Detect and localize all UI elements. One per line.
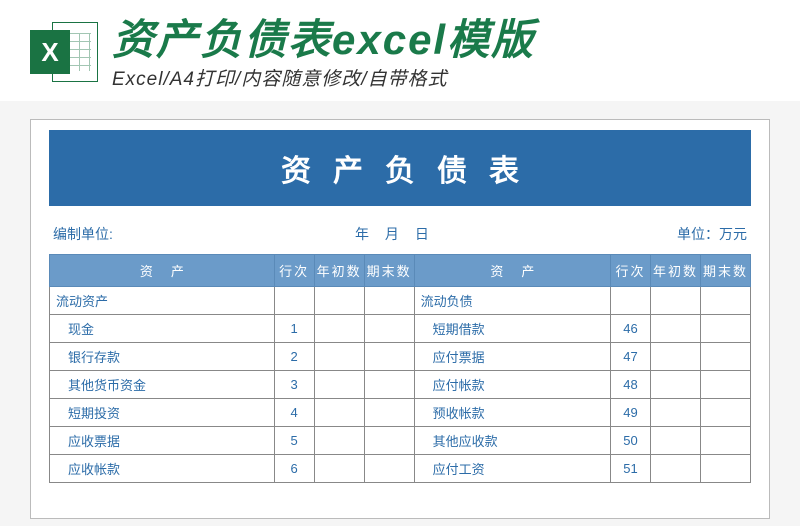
template-header: X 资产负债表excel模版 Excel/A4打印/内容随意修改/自带格式 — [0, 0, 800, 101]
cell-label: 应付帐款 — [414, 371, 610, 399]
cell-rownum: 3 — [274, 371, 314, 399]
cell-label: 银行存款 — [50, 343, 275, 371]
cell-label: 应付工资 — [414, 455, 610, 483]
cell-label: 其他货币资金 — [50, 371, 275, 399]
cell-rownum: 48 — [611, 371, 651, 399]
table-header-row: 资产 行次 年初数 期末数 资产 行次 年初数 期末数 — [50, 255, 751, 287]
cell-label: 应收帐款 — [50, 455, 275, 483]
cell-rownum: 2 — [274, 343, 314, 371]
left-section: 流动资产 — [50, 287, 275, 315]
cell-rownum: 46 — [611, 315, 651, 343]
balance-table: 资产 行次 年初数 期末数 资产 行次 年初数 期末数 流动资产 流动负债 — [49, 254, 751, 483]
col-beginning-right: 年初数 — [651, 255, 701, 287]
table-row: 短期投资 4 预收帐款 49 — [50, 399, 751, 427]
sheet-banner: 资产负债表 — [49, 130, 751, 206]
sheet-preview: 资产负债表 编制单位: 年 月 日 单位：万元 资产 行次 年初数 期末数 资产… — [30, 119, 770, 519]
cell-rownum: 1 — [274, 315, 314, 343]
cell-label: 应收票据 — [50, 427, 275, 455]
excel-icon: X — [30, 18, 98, 86]
meta-org: 编制单位: — [53, 224, 113, 244]
col-asset-right: 资产 — [414, 255, 610, 287]
cell-rownum: 50 — [611, 427, 651, 455]
meta-unit: 单位：万元 — [677, 224, 747, 244]
table-row: 现金 1 短期借款 46 — [50, 315, 751, 343]
table-row: 应收帐款 6 应付工资 51 — [50, 455, 751, 483]
table-row: 银行存款 2 应付票据 47 — [50, 343, 751, 371]
section-row: 流动资产 流动负债 — [50, 287, 751, 315]
table-row: 应收票据 5 其他应收款 50 — [50, 427, 751, 455]
cell-label: 预收帐款 — [414, 399, 610, 427]
cell-label: 短期投资 — [50, 399, 275, 427]
cell-rownum: 6 — [274, 455, 314, 483]
right-section: 流动负债 — [414, 287, 610, 315]
col-beginning-left: 年初数 — [314, 255, 364, 287]
meta-row: 编制单位: 年 月 日 单位：万元 — [49, 206, 751, 254]
cell-label: 短期借款 — [414, 315, 610, 343]
cell-rownum: 4 — [274, 399, 314, 427]
page-title: 资产负债表excel模版 — [112, 18, 535, 62]
cell-rownum: 47 — [611, 343, 651, 371]
title-group: 资产负债表excel模版 Excel/A4打印/内容随意修改/自带格式 — [112, 18, 535, 91]
col-asset-left: 资产 — [50, 255, 275, 287]
meta-date: 年 月 日 — [355, 224, 435, 244]
col-ending-right: 期末数 — [701, 255, 751, 287]
page-subtitle: Excel/A4打印/内容随意修改/自带格式 — [112, 64, 535, 91]
cell-label: 应付票据 — [414, 343, 610, 371]
col-row-left: 行次 — [274, 255, 314, 287]
col-ending-left: 期末数 — [364, 255, 414, 287]
cell-label: 现金 — [50, 315, 275, 343]
cell-rownum: 49 — [611, 399, 651, 427]
cell-label: 其他应收款 — [414, 427, 610, 455]
table-row: 其他货币资金 3 应付帐款 48 — [50, 371, 751, 399]
cell-rownum: 51 — [611, 455, 651, 483]
col-row-right: 行次 — [611, 255, 651, 287]
cell-rownum: 5 — [274, 427, 314, 455]
